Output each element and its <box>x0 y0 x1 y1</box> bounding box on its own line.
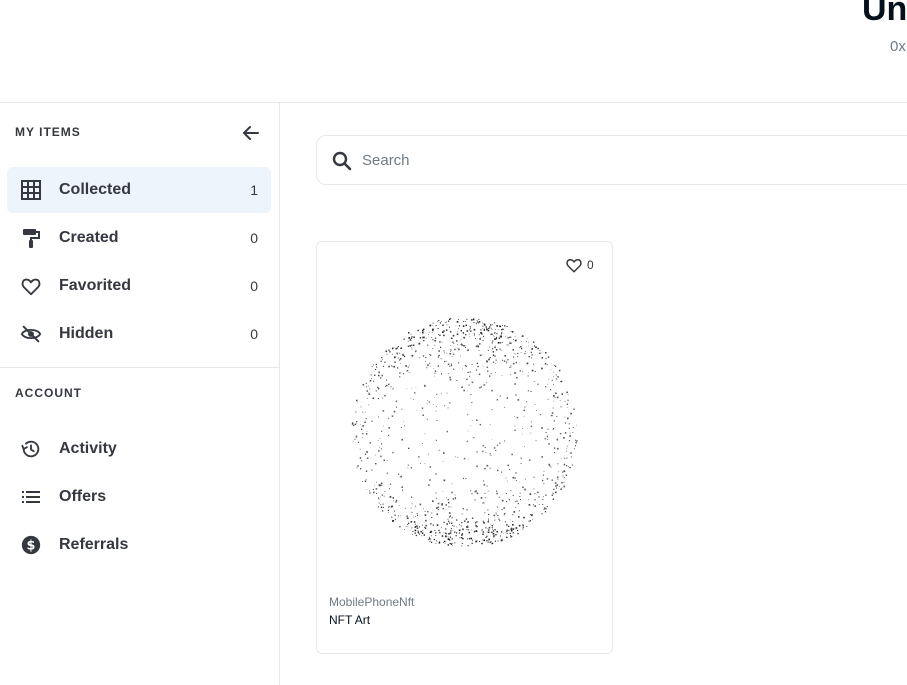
profile-header: Un 0x <box>0 0 907 103</box>
search-bar[interactable] <box>316 135 907 185</box>
heart-icon <box>566 259 582 273</box>
sidebar-item-created[interactable]: Created 0 <box>7 215 271 261</box>
favorite-button[interactable]: 0 <box>565 255 594 275</box>
search-input[interactable] <box>362 148 882 172</box>
sidebar-divider <box>0 367 279 368</box>
eye-off-icon <box>19 322 43 346</box>
sidebar-item-collected[interactable]: Collected 1 <box>7 167 271 213</box>
list-icon <box>19 485 43 509</box>
sidebar-item-referrals[interactable]: $ Referrals <box>7 522 271 568</box>
nft-image <box>351 318 578 547</box>
grid-icon <box>19 178 43 202</box>
history-icon <box>19 437 43 461</box>
nft-card[interactable]: 0 MobilePhoneNft NFT Art <box>316 241 613 654</box>
sidebar-item-label: Referrals <box>59 536 129 553</box>
card-item-name: NFT Art <box>329 613 371 627</box>
sidebar-item-count: 0 <box>250 326 258 342</box>
sidebar-item-label: Favorited <box>59 277 132 294</box>
main-content: 0 MobilePhoneNft NFT Art <box>281 103 907 685</box>
heart-icon <box>19 274 43 298</box>
search-icon <box>332 151 352 171</box>
card-collection-name[interactable]: MobilePhoneNft <box>329 595 414 609</box>
svg-text:$: $ <box>27 539 36 554</box>
sidebar-item-count: 0 <box>250 230 258 246</box>
sidebar-item-label: Created <box>59 229 119 246</box>
favorite-count: 0 <box>587 258 594 272</box>
collapse-sidebar-button[interactable] <box>238 120 264 146</box>
sidebar-item-offers[interactable]: Offers <box>7 474 271 520</box>
sidebar: MY ITEMS Collected 1 Created 0 Favorited… <box>0 103 280 685</box>
sidebar-item-label: Activity <box>59 440 117 457</box>
sidebar-item-count: 1 <box>250 182 258 198</box>
profile-name: Un <box>862 0 907 28</box>
dollar-circle-icon: $ <box>19 533 43 557</box>
sidebar-item-activity[interactable]: Activity <box>7 426 271 472</box>
sidebar-item-label: Hidden <box>59 325 114 342</box>
paint-roller-icon <box>19 226 43 250</box>
sidebar-item-favorited[interactable]: Favorited 0 <box>7 263 271 309</box>
sidebar-item-hidden[interactable]: Hidden 0 <box>7 311 271 357</box>
sidebar-item-label: Offers <box>59 488 107 505</box>
arrow-left-icon <box>243 126 259 140</box>
my-items-heading: MY ITEMS <box>15 125 81 139</box>
wallet-address[interactable]: 0x <box>890 38 906 55</box>
account-heading: ACCOUNT <box>15 386 82 400</box>
sidebar-item-count: 0 <box>250 278 258 294</box>
sidebar-item-label: Collected <box>59 181 132 198</box>
